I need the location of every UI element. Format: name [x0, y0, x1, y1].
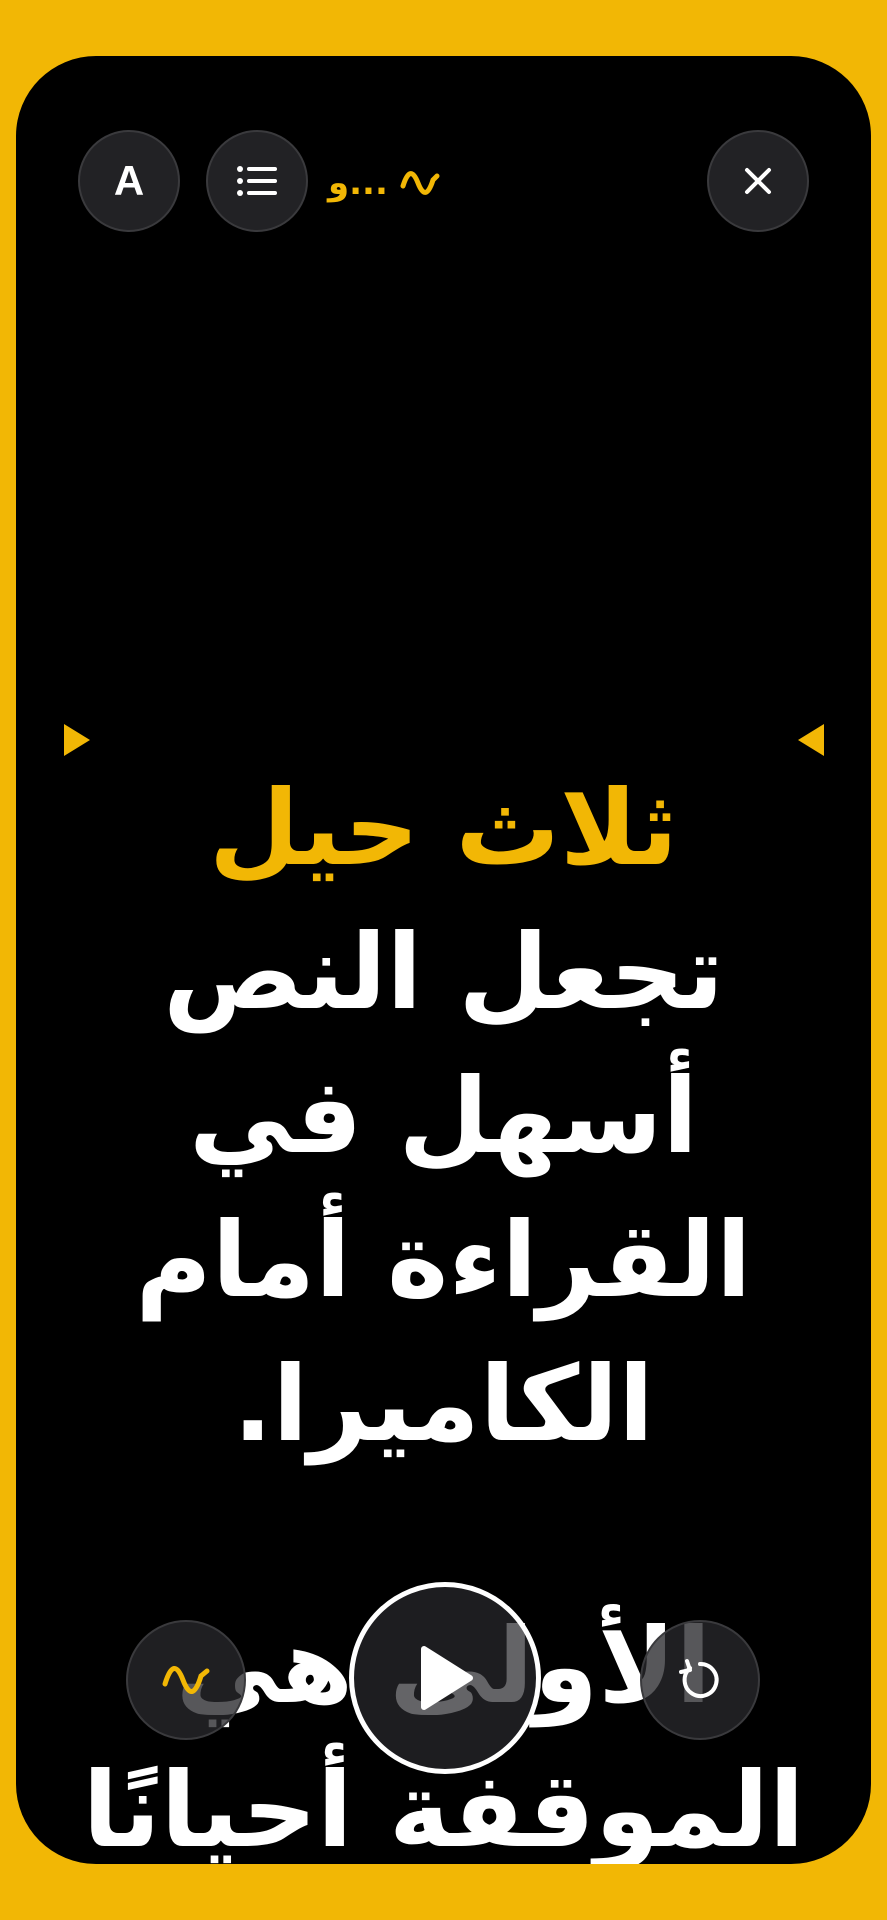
teleprompter-screen: A و... ثلاث حيل تجعل النص أسهل في القراء… — [16, 56, 871, 1864]
script-line: الكاميرا. — [233, 1343, 654, 1465]
triangle-marker-icon — [64, 724, 90, 756]
triangle-marker-icon — [798, 724, 824, 756]
font-size-icon: A — [113, 157, 145, 204]
waveform-icon — [162, 1666, 210, 1694]
voice-sync-text: و... — [328, 163, 388, 203]
voice-sync-label[interactable]: و... — [328, 158, 440, 208]
restart-button[interactable] — [640, 1620, 760, 1740]
script-line: تجعل النص — [163, 911, 724, 1033]
script-list-button[interactable] — [206, 130, 308, 232]
restart-icon — [679, 1659, 719, 1698]
voice-tracking-button[interactable] — [126, 1620, 246, 1740]
script-line: القراءة أمام — [135, 1199, 752, 1321]
close-button[interactable] — [707, 130, 809, 232]
waveform-icon — [400, 171, 440, 195]
script-line: أسهل في — [189, 1055, 698, 1177]
play-button[interactable] — [349, 1582, 541, 1774]
play-icon — [421, 1646, 473, 1710]
close-icon — [745, 168, 771, 194]
font-size-button[interactable]: A — [78, 130, 180, 232]
script-line: ثلاث حيل — [209, 767, 678, 889]
list-icon — [237, 166, 277, 196]
